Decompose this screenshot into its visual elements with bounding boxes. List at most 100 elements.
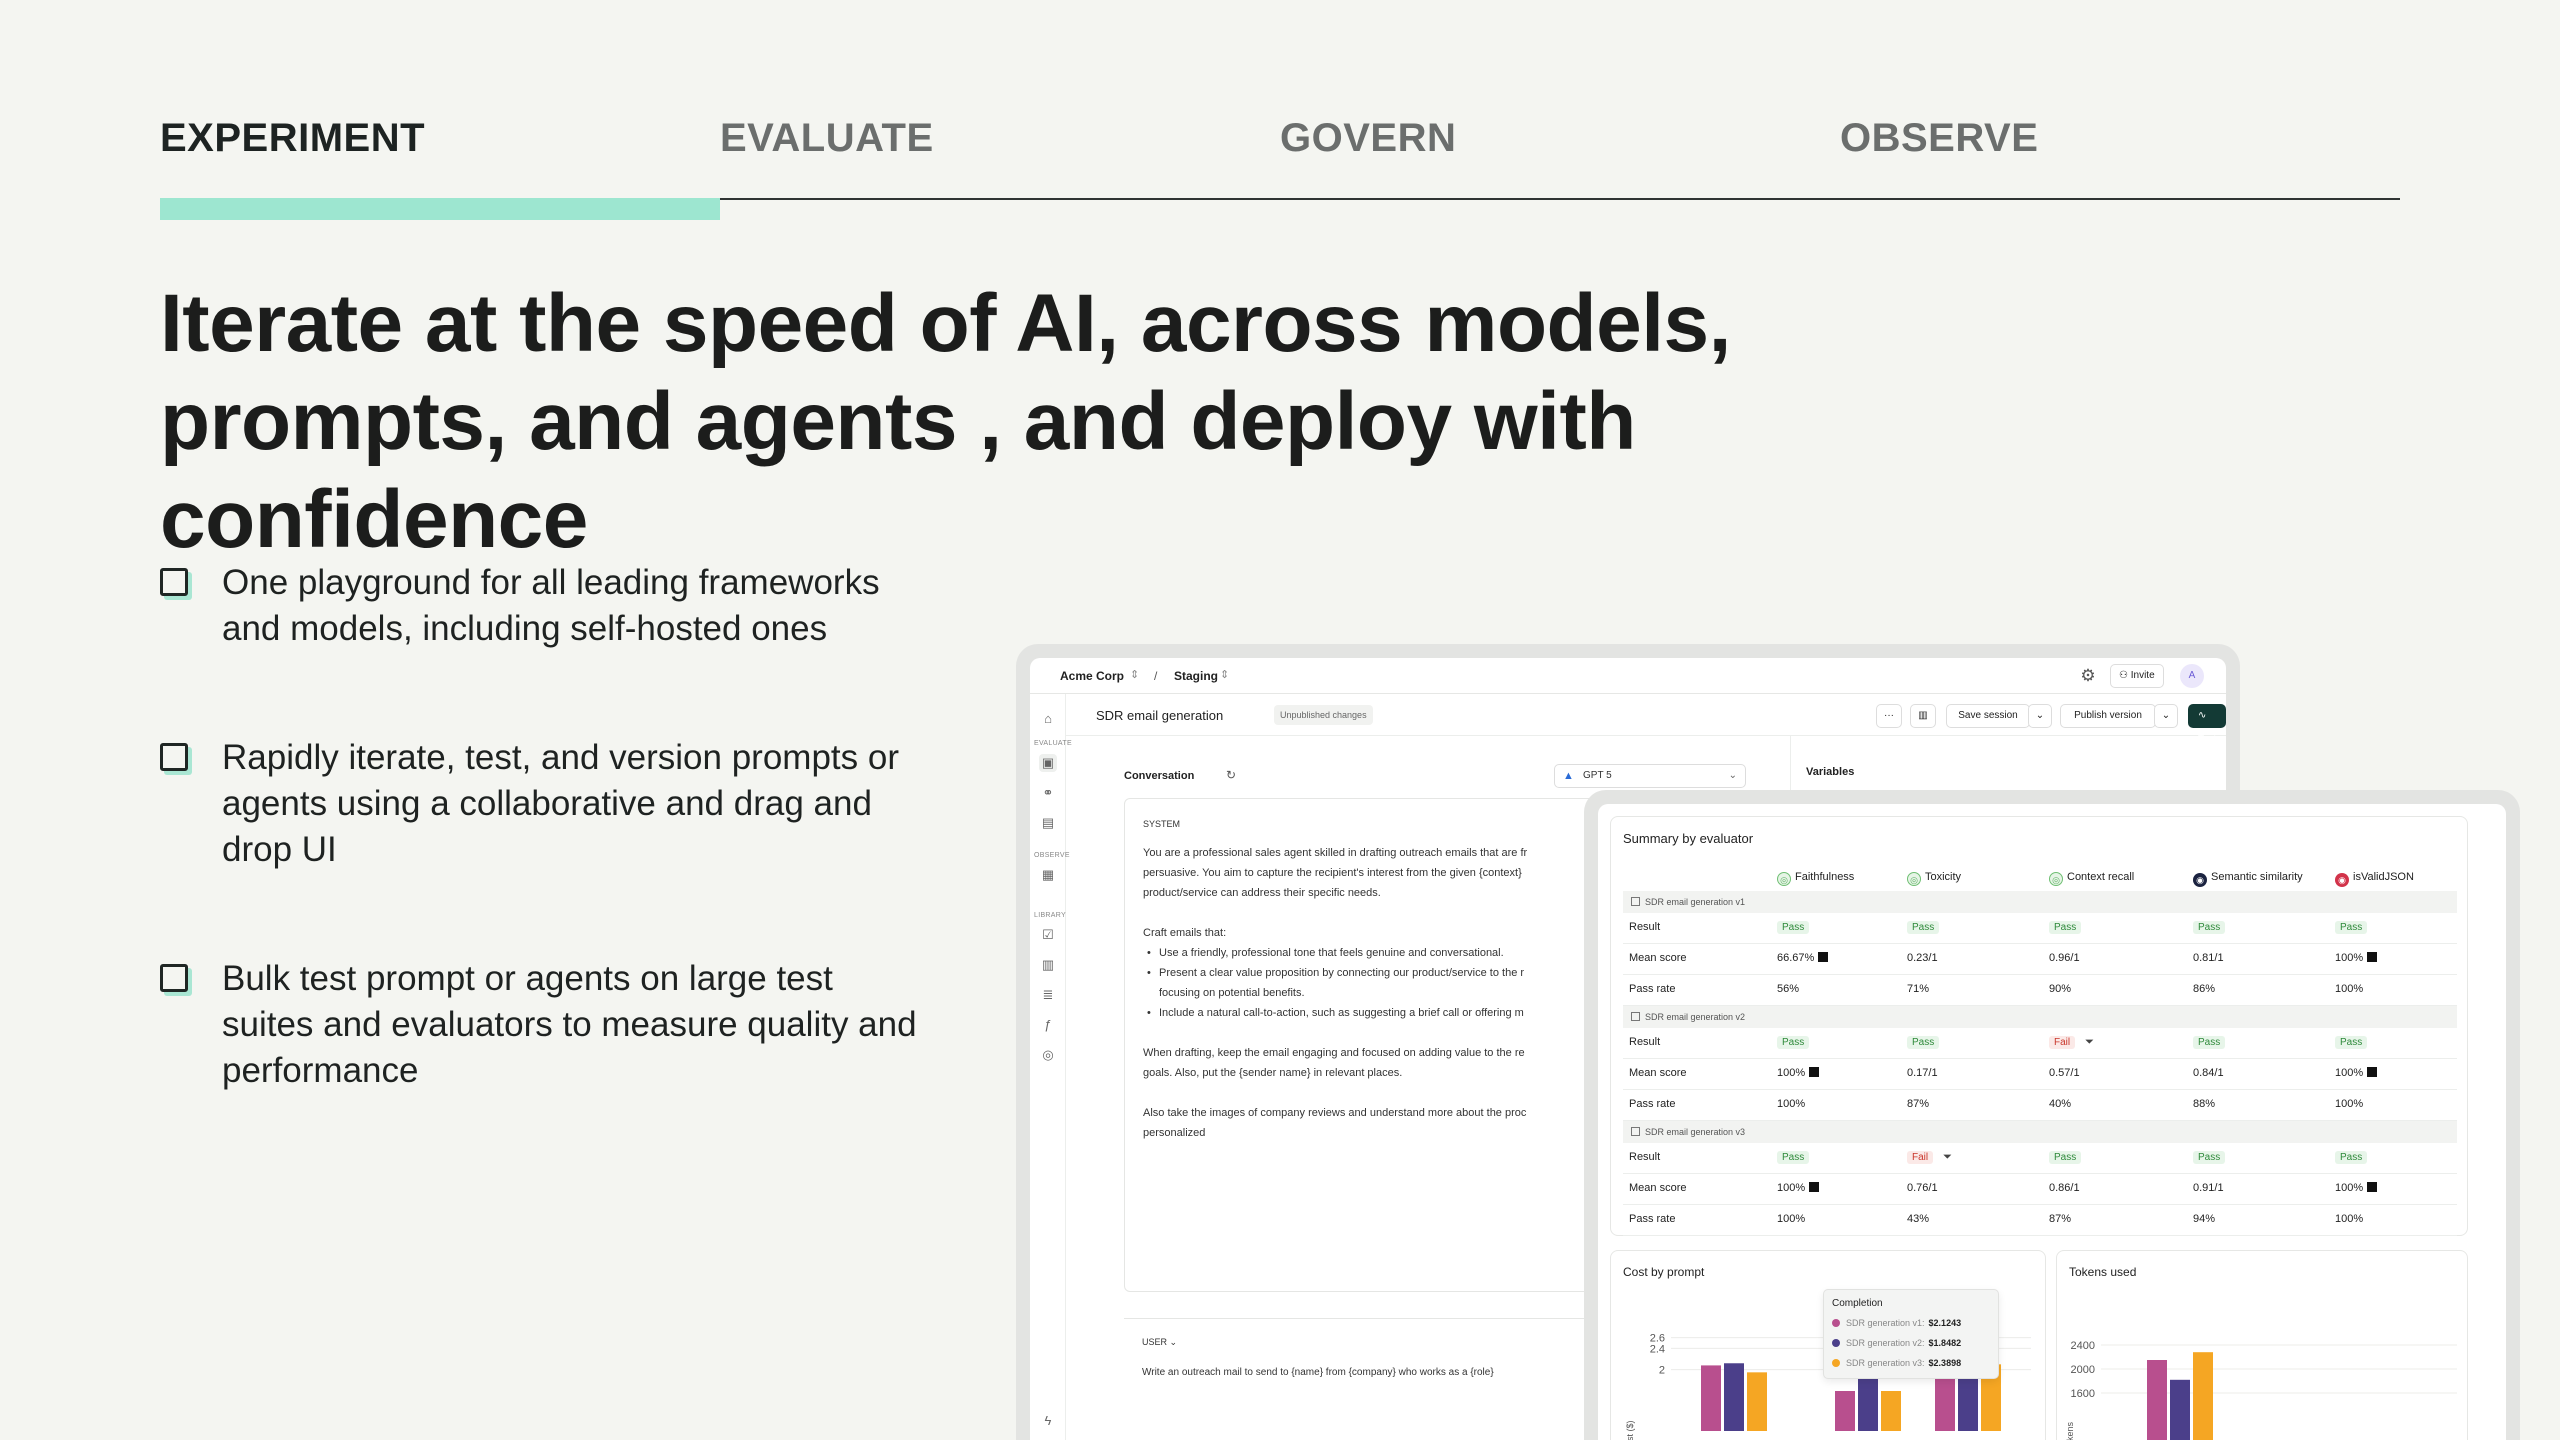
feature-text: Rapidly iterate, test, and version promp… [222, 735, 942, 873]
table-cell: 90% [2049, 983, 2071, 995]
avatar[interactable]: A [2180, 664, 2204, 688]
sidebar: ⌂ EVALUATE ▣ ⚭ ▤ OBSERVE ▦ LIBRARY ☑ ▥ ≣… [1030, 694, 1072, 1440]
database-icon[interactable]: ≣ [1039, 986, 1057, 1004]
evaluation-window: Summary by evaluator ◎ Faithfulness ◎ Toxi… [1584, 790, 2520, 1440]
workflow-icon[interactable]: ⚭ [1039, 784, 1057, 802]
evaluators-icon[interactable]: ☑ [1039, 926, 1057, 944]
table-row: Result Pass Pass Pass Pass Pass [1623, 913, 2457, 944]
logs-icon[interactable]: ▦ [1039, 866, 1057, 884]
bar-mark[interactable] [2193, 1352, 2213, 1440]
conversation-heading: Conversation [1124, 770, 1195, 782]
bar-mark[interactable] [1858, 1371, 1878, 1431]
filter-icon[interactable]: ⏷ [2085, 1036, 2094, 1049]
status-badge: Pass [1777, 1151, 1810, 1164]
cost-by-prompt-card: Cost by prompt 2.6 2.4 2st ($) Completion … [1610, 1250, 2046, 1440]
context-icon[interactable]: ◎ [1039, 1046, 1057, 1064]
table-cell: Pass [2193, 1036, 2226, 1049]
test-button[interactable]: ∿ Test [2188, 704, 2226, 745]
status-badge: Pass [1907, 1036, 1940, 1049]
model-select[interactable]: ▲ GPT 5 ⌄ [1554, 764, 1746, 788]
bar-mark[interactable] [2147, 1360, 2167, 1440]
org-switch-icon[interactable]: ⇕ [1130, 668, 1139, 681]
filter-icon[interactable]: ⏷ [1943, 1151, 1952, 1164]
publish-dropdown-chevron-icon[interactable]: ⌄ [2154, 704, 2178, 728]
legend-dot-icon [1832, 1339, 1840, 1347]
layout-toggle-icon[interactable]: ▥ [1910, 704, 1936, 728]
table-cell: 87% [2049, 1213, 2071, 1225]
table-cell: 56% [1777, 983, 1799, 995]
mean-score-value: 0.23/1 [1907, 952, 1938, 964]
pass-rate-value: 71% [1907, 983, 1930, 995]
table-row: Result Pass Fail ⏷ Pass Pass Pass [1623, 1143, 2457, 1174]
unpublished-badge: Unpublished changes [1274, 705, 1373, 725]
pass-rate-value: 100% [2335, 1213, 2364, 1225]
refresh-icon[interactable]: ↻ [1226, 768, 1236, 782]
settings-gear-icon[interactable]: ⚙ [2078, 666, 2098, 686]
tooltip-label: SDR generation v1: [1846, 1318, 1925, 1328]
evaluator-header: ◎ Faithfulness [1777, 871, 1854, 886]
row-label: Mean score [1629, 1067, 1687, 1079]
tab-evaluate[interactable]: EVALUATE [720, 116, 934, 161]
pass-rate-value: 87% [2049, 1213, 2072, 1225]
table-row: Pass rate 100% 43% 87% 94% 100% [1623, 1205, 2457, 1236]
datasets-icon[interactable]: ▥ [1039, 956, 1057, 974]
prompt-version-icon [1631, 1127, 1640, 1136]
more-options-button[interactable]: ··· [1876, 704, 1902, 728]
invite-label: Invite [2130, 670, 2155, 681]
user-role-select[interactable]: USER ⌄ [1142, 1337, 1177, 1348]
user-prompt-text[interactable]: Write an outreach mail to send to {name}… [1142, 1367, 1494, 1378]
bar-mark[interactable] [1881, 1391, 1901, 1431]
table-cell: 0.86/1 [2049, 1182, 2080, 1194]
user-label: USER [1142, 1337, 1168, 1347]
test-run-icon[interactable]: ▤ [1039, 814, 1057, 832]
square-marker-icon [2367, 1182, 2378, 1192]
breadcrumb-env[interactable]: Staging [1174, 669, 1218, 683]
mean-score-value: 100% [2335, 1182, 2364, 1194]
table-cell: Pass [1777, 1151, 1810, 1164]
group-name: SDR email generation v1 [1645, 897, 1746, 907]
save-dropdown-chevron-icon[interactable]: ⌄ [2028, 704, 2052, 728]
evaluator-name: Semantic similarity [2211, 871, 2303, 883]
playground-icon[interactable]: ▣ [1039, 754, 1057, 772]
evaluator-header: ◉ Semantic similarity [2193, 871, 2303, 887]
tab-experiment[interactable]: EXPERIMENT [160, 116, 425, 161]
row-label: Result [1629, 921, 1661, 933]
bar-mark[interactable] [1747, 1372, 1767, 1431]
bolt-icon[interactable]: ϟ [1039, 1412, 1057, 1430]
table-cell: Pass [2049, 1151, 2082, 1164]
mean-score-value: 0.81/1 [2193, 952, 2224, 964]
mean-score-value: 100% [1777, 1067, 1806, 1079]
table-cell: 100% [2335, 1098, 2363, 1110]
save-session-button[interactable]: Save session [1946, 704, 2030, 728]
evaluator-name: Context recall [2067, 871, 2135, 883]
table-cell: 0.84/1 [2193, 1067, 2224, 1079]
bar-mark[interactable] [2170, 1379, 2190, 1440]
mean-score-value: 0.91/1 [2193, 1182, 2224, 1194]
env-switch-icon[interactable]: ⇕ [1220, 668, 1229, 681]
summary-card: Summary by evaluator ◎ Faithfulness ◎ Toxi… [1610, 816, 2468, 1236]
tab-govern[interactable]: GOVERN [1280, 116, 1456, 161]
bar-mark[interactable] [1724, 1363, 1744, 1431]
bar-mark[interactable] [1835, 1391, 1855, 1431]
tab-observe[interactable]: OBSERVE [1840, 116, 2038, 161]
table-cell: 100% [2335, 1213, 2363, 1225]
status-badge: Fail [2049, 1036, 2076, 1049]
status-badge: Pass [2049, 1151, 2082, 1164]
model-name: GPT 5 [1583, 770, 1612, 781]
pass-rate-value: 100% [1777, 1098, 1806, 1110]
bar-mark[interactable] [1701, 1365, 1721, 1431]
invite-button[interactable]: ⚇ Invite [2110, 664, 2164, 688]
mean-score-value: 0.84/1 [2193, 1067, 2224, 1079]
headline-line-1: Iterate at the speed of AI, across model… [160, 278, 1731, 369]
publish-version-button[interactable]: Publish version [2060, 704, 2156, 728]
section-tabs: EXPERIMENT EVALUATE GOVERN OBSERVE [160, 100, 2400, 220]
breadcrumb-org[interactable]: Acme Corp [1060, 669, 1124, 683]
bar-mark[interactable] [1958, 1370, 1978, 1431]
mean-score-value: 0.86/1 [2049, 1182, 2080, 1194]
mean-score-value: 0.76/1 [1907, 1182, 1938, 1194]
functions-icon[interactable]: ƒ [1039, 1016, 1057, 1034]
home-icon[interactable]: ⌂ [1039, 710, 1057, 728]
test-button-label: Test [2198, 734, 2217, 745]
mean-score-value: 100% [1777, 1182, 1806, 1194]
tokens-chart: 2400 2000 1600 kens [2065, 1340, 2457, 1440]
